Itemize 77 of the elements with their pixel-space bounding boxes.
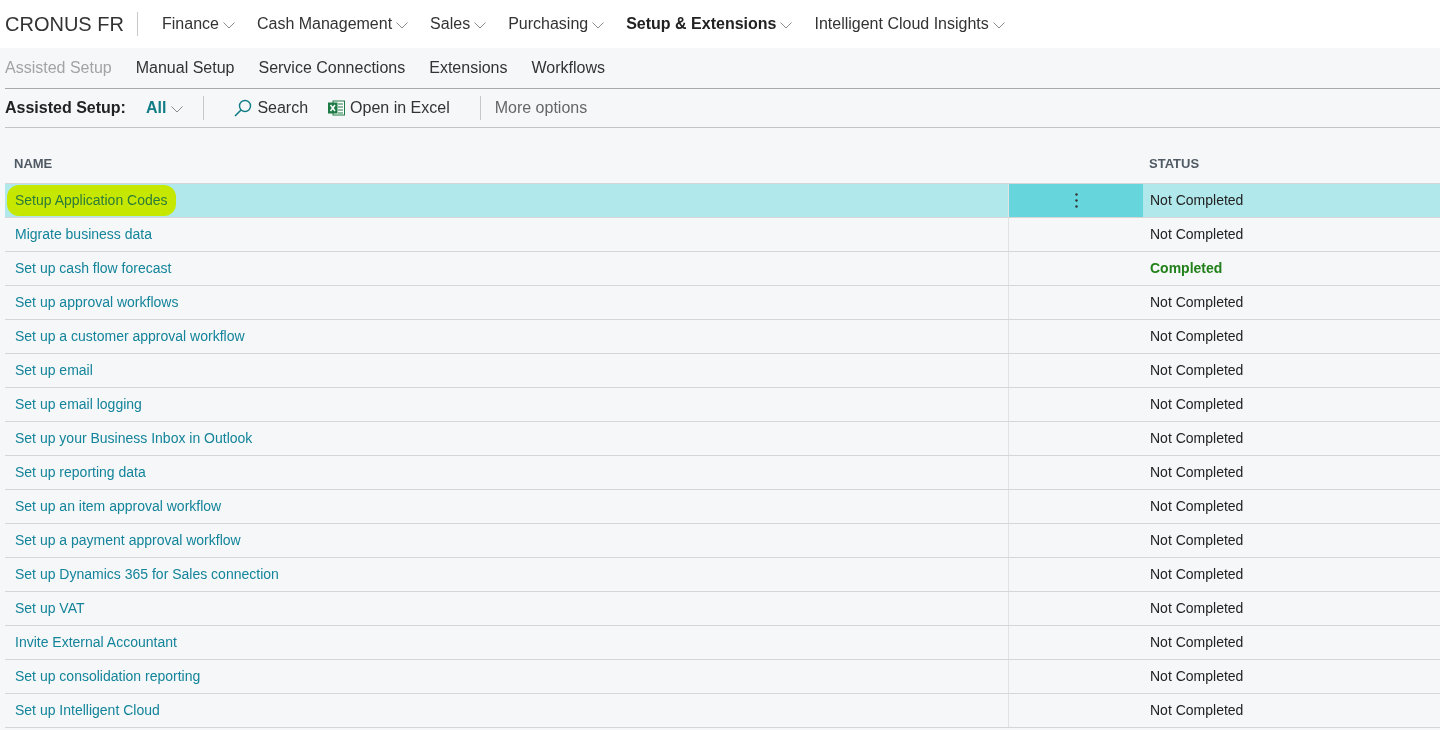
table-row[interactable]: Set up Dynamics 365 for Sales connection Not Completed	[5, 558, 1440, 592]
open-in-excel-button[interactable]: Open in Excel	[328, 96, 450, 120]
status-text: Not Completed	[1150, 497, 1244, 516]
status-text: Not Completed	[1150, 225, 1244, 244]
table-row[interactable]: Set up Intelligent Cloud Not Completed	[5, 694, 1440, 728]
setup-link[interactable]: Set up an item approval workflow	[15, 496, 222, 517]
subnav-link[interactable]: Manual Setup	[135, 56, 235, 80]
page-caption: Assisted Setup:	[5, 98, 126, 118]
chevron-down-icon	[171, 105, 184, 113]
status-text: Completed	[1150, 259, 1223, 278]
table-row[interactable]: Invite External Accountant Not Completed	[5, 626, 1440, 660]
column-header[interactable]: STATUS	[1149, 155, 1200, 171]
table-row[interactable]: Set up approval workflows Not Completed	[5, 286, 1440, 320]
setup-link[interactable]: Set up cash flow forecast	[15, 258, 172, 279]
more-options-button[interactable]: More options	[494, 96, 588, 120]
setup-link[interactable]: Set up a customer approval workflow	[15, 326, 245, 347]
status-text: Not Completed	[1150, 667, 1244, 686]
status-text: Not Completed	[1150, 293, 1244, 312]
setup-link[interactable]: Set up a payment approval workflow	[15, 530, 241, 551]
chevron-down-icon	[222, 21, 235, 29]
company-name: CRONUS FR	[4, 12, 125, 37]
nav-menu-item[interactable]: Intelligent Cloud Insights	[814, 12, 1005, 36]
nav-menu-item[interactable]: Sales	[430, 12, 487, 36]
status-text: Not Completed	[1150, 633, 1244, 652]
status-text: Not Completed	[1150, 599, 1244, 618]
chevron-down-icon	[992, 21, 1005, 29]
subnav-link[interactable]: Workflows	[531, 56, 605, 80]
search-button[interactable]: Search	[234, 96, 309, 120]
nav-menu-item[interactable]: Cash Management	[256, 12, 409, 36]
setup-link[interactable]: Set up Dynamics 365 for Sales connection	[15, 564, 279, 585]
setup-link[interactable]: Set up approval workflows	[15, 292, 179, 313]
chevron-down-icon	[780, 21, 793, 29]
status-text: Not Completed	[1150, 463, 1244, 482]
row-actions-button[interactable]	[1009, 184, 1143, 217]
setup-link[interactable]: Set up reporting data	[15, 462, 146, 483]
setup-link[interactable]: Setup Application Codes	[7, 185, 176, 216]
subnav-link[interactable]: Service Connections	[258, 56, 406, 80]
setup-link[interactable]: Migrate business data	[15, 224, 152, 245]
setup-link[interactable]: Set up your Business Inbox in Outlook	[15, 428, 253, 449]
chevron-down-icon	[592, 21, 605, 29]
setup-link[interactable]: Set up email	[15, 360, 93, 381]
spreadsheet-icon	[328, 100, 346, 116]
table-row[interactable]: Set up VAT Not Completed	[5, 592, 1440, 626]
status-text: Not Completed	[1150, 361, 1244, 380]
status-text: Not Completed	[1150, 565, 1244, 584]
vertical-ellipsis-icon	[1074, 193, 1078, 208]
table-row[interactable]: Set up consolidation reporting Not Completed	[5, 660, 1440, 694]
table-row[interactable]: Set up your Business Inbox in Outlook Not Completed	[5, 422, 1440, 456]
status-text: Not Completed	[1150, 191, 1244, 210]
setup-link[interactable]: Set up Intelligent Cloud	[15, 700, 160, 721]
column-header[interactable]: NAME	[14, 155, 53, 171]
status-text: Not Completed	[1150, 701, 1244, 720]
nav-menu-item[interactable]: Purchasing	[508, 12, 605, 36]
status-text: Not Completed	[1150, 429, 1244, 448]
chevron-down-icon	[474, 21, 487, 29]
table-row[interactable]: Set up reporting data Not Completed	[5, 456, 1440, 490]
table-row[interactable]: Set up a payment approval workflow Not Completed	[5, 524, 1440, 558]
setup-link[interactable]: Invite External Accountant	[15, 632, 177, 653]
status-text: Not Completed	[1150, 395, 1244, 414]
search-icon	[234, 99, 253, 117]
table-row[interactable]: Set up an item approval workflow Not Completed	[5, 490, 1440, 524]
nav-menu-item[interactable]: Finance	[162, 12, 235, 36]
status-text: Not Completed	[1150, 327, 1244, 346]
table-row[interactable]: Set up email logging Not Completed	[5, 388, 1440, 422]
chevron-down-icon	[396, 21, 409, 29]
setup-link[interactable]: Set up consolidation reporting	[15, 666, 201, 687]
status-text: Not Completed	[1150, 531, 1244, 550]
table-row[interactable]: Set up email Not Completed	[5, 354, 1440, 388]
setup-link[interactable]: Set up email logging	[15, 394, 142, 415]
setup-link[interactable]: Set up VAT	[15, 598, 85, 619]
nav-menu-item[interactable]: Setup & Extensions	[626, 12, 793, 36]
filter-dropdown[interactable]: All	[145, 96, 184, 120]
table-row[interactable]: Set up cash flow forecast Completed	[5, 252, 1440, 286]
table-row[interactable]: Set up a customer approval workflow Not Completed	[5, 320, 1440, 354]
table-row[interactable]: Setup Application Codes Not Completed	[5, 184, 1440, 218]
table-row[interactable]: Migrate business data Not Completed	[5, 218, 1440, 252]
subnav-link[interactable]: Extensions	[429, 56, 508, 80]
